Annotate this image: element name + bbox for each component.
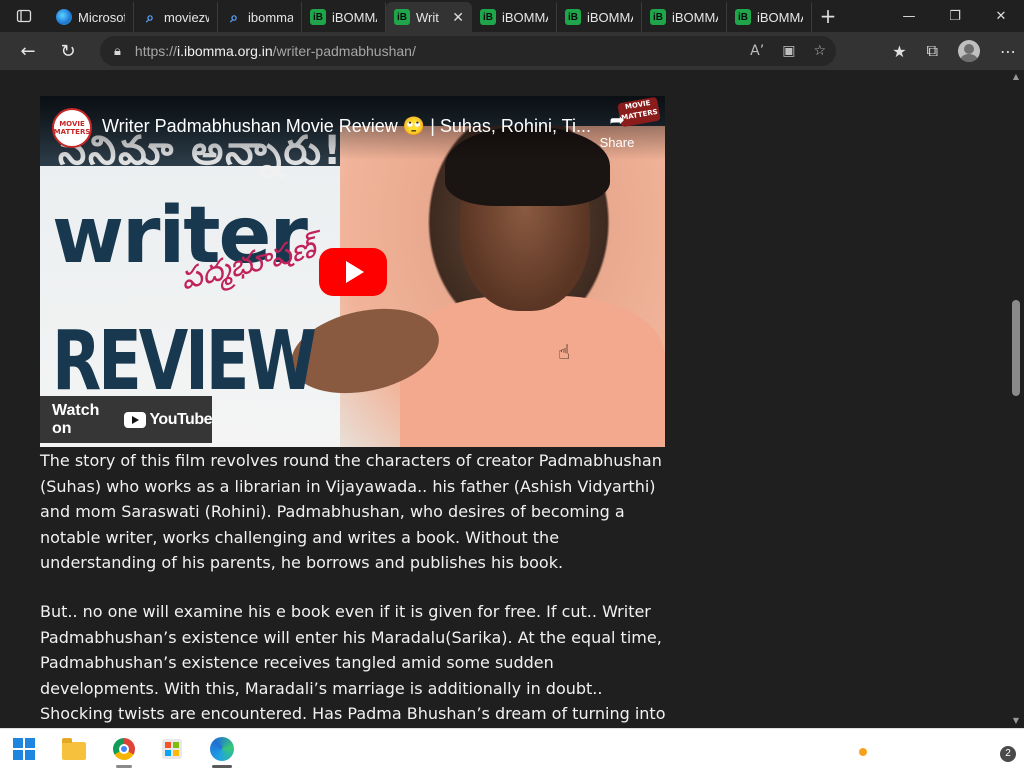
refresh-icon: ↻ <box>60 40 76 62</box>
start-button[interactable] <box>12 737 36 761</box>
url-scheme: https:// <box>134 43 177 59</box>
ibomma-icon: iB <box>310 9 326 25</box>
url-path: /writer-padmabhushan/ <box>272 43 416 59</box>
url-text: https://i.ibomma.org.in/writer-padmabhus… <box>135 43 416 59</box>
chrome-icon <box>113 738 135 760</box>
youtube-embed[interactable]: సినిమా అన్నారు! writer పద్మభూషణ్ REVIEW … <box>40 96 665 447</box>
tab-ibomma[interactable]: iB iBOMMA <box>557 2 642 32</box>
tab-moviezw[interactable]: ⌕ moviezw <box>134 2 218 32</box>
tab-title: Writ <box>416 9 439 25</box>
address-bar[interactable]: 🔒︎ https://i.ibomma.org.in/writer-padmab… <box>100 36 836 66</box>
page-content: సినిమా అన్నారు! writer పద్మభూషణ్ REVIEW … <box>0 70 1008 728</box>
read-aloud-icon[interactable]: A’ <box>750 43 764 59</box>
more-menu-icon[interactable]: ⋯ <box>1000 42 1016 61</box>
add-favorite-icon[interactable]: ☆ <box>813 43 826 59</box>
browser-toolbar: ← ↻ 🔒︎ https://i.ibomma.org.in/writer-pa… <box>0 32 1024 70</box>
hand-cursor-icon: ☝ <box>558 340 571 364</box>
edge-icon <box>210 737 234 761</box>
ibomma-icon: iB <box>735 9 751 25</box>
tab-ibomma[interactable]: iB iBOMMA <box>727 2 812 32</box>
favorites-icon[interactable]: ★ <box>892 42 906 61</box>
back-arrow-icon: ← <box>20 40 36 62</box>
scrollbar-thumb[interactable] <box>1012 300 1020 396</box>
thumbnail-shirt <box>400 296 665 447</box>
share-label: Share <box>599 135 635 150</box>
youtube-wordmark: YouTube <box>149 410 212 428</box>
edge-button[interactable] <box>210 737 234 761</box>
back-button[interactable]: ← <box>8 32 48 70</box>
tab-title: Microsof <box>78 9 125 25</box>
tab-title: moviezw <box>164 9 209 25</box>
toolbar-right: ★ ⧉ ⋯ <box>892 32 1016 70</box>
refresh-button[interactable]: ↻ <box>48 32 88 70</box>
close-tab-icon[interactable]: ✕ <box>452 9 464 26</box>
status-dot-icon <box>859 748 867 756</box>
new-tab-button[interactable]: + <box>812 0 844 32</box>
share-arrow-icon: ➦ <box>609 110 625 130</box>
thumbnail-review-text: REVIEW <box>52 314 317 409</box>
windows-taskbar <box>0 728 1024 768</box>
ibomma-icon: iB <box>394 9 410 25</box>
watch-on-label: Watch on <box>52 401 100 437</box>
channel-avatar[interactable]: MOVIE MATTERS <box>52 108 92 148</box>
page-scrollbar[interactable]: ▲ ▼ <box>1008 70 1024 728</box>
tab-ibomma[interactable]: iB iBOMMA <box>472 2 557 32</box>
search-icon: ⌕ <box>146 8 154 25</box>
lock-icon: 🔒︎ <box>114 43 121 59</box>
tab-title: iBOMMA <box>587 9 633 25</box>
notification-badge[interactable]: 2 <box>1000 746 1016 762</box>
minimize-icon: — <box>902 8 916 24</box>
play-button[interactable] <box>319 248 387 296</box>
chrome-button[interactable] <box>112 737 136 761</box>
ibomma-icon: iB <box>565 9 581 25</box>
article-paragraph: But.. no one will examine his e book eve… <box>40 602 666 723</box>
folder-icon <box>62 738 86 760</box>
restore-icon: ❐ <box>949 8 961 24</box>
tab-title: iBOMMA <box>332 9 377 25</box>
article-paragraph: The story of this film revolves round th… <box>40 451 662 572</box>
tab-ibomma[interactable]: iB iBOMMA <box>642 2 727 32</box>
scroll-up-icon[interactable]: ▲ <box>1008 70 1024 84</box>
minimize-button[interactable]: — <box>886 0 932 32</box>
tab-actions-button[interactable] <box>0 0 48 32</box>
store-button[interactable] <box>160 737 184 761</box>
ibomma-icon: iB <box>480 9 496 25</box>
video-title[interactable]: Writer Padmabhushan Movie Review 🙄 | Suh… <box>102 116 591 137</box>
tab-strip: Microsof ⌕ moviezw ⌕ ibomma iB iBOMMA iB… <box>0 0 1024 32</box>
edge-icon <box>56 9 72 25</box>
scroll-down-icon[interactable]: ▼ <box>1008 714 1024 728</box>
tab-ibomma[interactable]: iB iBOMMA <box>302 2 386 32</box>
search-icon: ⌕ <box>230 8 238 25</box>
tab-ibomma-search[interactable]: ⌕ ibomma <box>218 2 302 32</box>
url-host: i.ibomma.org.in <box>176 43 273 59</box>
windows-logo-icon <box>13 738 35 760</box>
tab-list: Microsof ⌕ moviezw ⌕ ibomma iB iBOMMA iB… <box>48 0 812 32</box>
youtube-play-icon <box>124 411 147 428</box>
tab-title: iBOMMA <box>672 9 718 25</box>
tab-title: iBOMMA <box>757 9 803 25</box>
tab-writer-active[interactable]: iB Writ ✕ <box>386 2 472 32</box>
youtube-logo: YouTube <box>124 411 212 429</box>
tab-actions-icon <box>16 9 32 23</box>
window-controls: — ❐ ✕ <box>886 0 1024 32</box>
file-explorer-button[interactable] <box>62 737 86 761</box>
collections-icon[interactable]: ⧉ <box>927 41 938 61</box>
profile-avatar[interactable] <box>958 40 980 62</box>
share-button[interactable]: ➦ Share <box>597 110 637 150</box>
tab-title: ibomma <box>248 9 293 25</box>
close-window-button[interactable]: ✕ <box>978 0 1024 32</box>
tab-microsoft[interactable]: Microsof <box>48 2 134 32</box>
address-bar-actions: A’ ▣ ☆ <box>750 36 826 66</box>
close-icon: ✕ <box>995 8 1007 24</box>
store-icon <box>162 739 182 759</box>
immersive-reader-icon[interactable]: ▣ <box>782 43 795 59</box>
tab-title: iBOMMA <box>502 9 548 25</box>
plus-icon: + <box>819 4 837 28</box>
watch-on-youtube-button[interactable]: Watch on YouTube <box>40 396 212 443</box>
restore-button[interactable]: ❐ <box>932 0 978 32</box>
ibomma-icon: iB <box>650 9 666 25</box>
